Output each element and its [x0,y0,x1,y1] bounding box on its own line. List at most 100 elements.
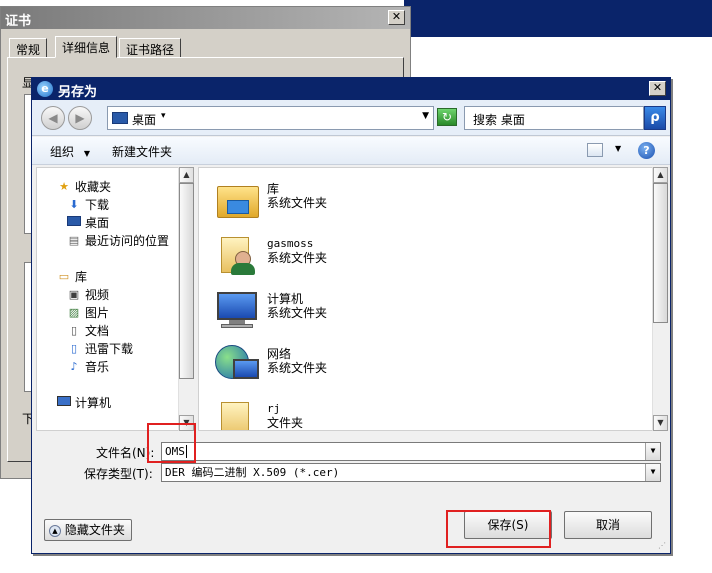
file-type: 系统文件夹 [267,306,328,320]
view-options-icon[interactable] [587,143,603,157]
filename-dropdown-icon[interactable]: ▼ [645,443,660,460]
user-folder-icon [213,231,263,277]
nav-item-documents[interactable]: ▯ 文档 [67,321,109,339]
save-as-title: 另存为 [58,85,98,100]
file-type: 系统文件夹 [267,361,328,375]
nav-item-label: 视频 [85,287,110,302]
filename-field[interactable]: OMS ▼ [161,442,661,461]
nav-libraries-label: 库 [75,269,88,284]
address-bar[interactable]: 桌面 ▾ ▼ [107,106,434,130]
address-dropdown-icon[interactable]: ▼ [422,111,429,121]
organize-dropdown-icon: ▼ [83,149,90,158]
filetype-dropdown-icon[interactable]: ▼ [645,464,660,481]
back-button[interactable]: ◀ [41,106,65,130]
nav-computer-label: 计算机 [75,395,112,410]
file-type: 系统文件夹 [267,251,328,265]
desktop-icon [112,112,128,124]
forward-button[interactable]: ▶ [68,106,92,130]
list-item[interactable]: gasmoss 系统文件夹 [213,231,327,281]
organize-button[interactable]: 组织 ▼ [50,143,90,160]
search-input[interactable]: 搜索 桌面 [473,111,525,128]
folder-icon [213,396,263,430]
navigation-pane: ★ 收藏夹 ⬇ 下载 桌面 ▤ 最近访问的位置 ▭ 库 ▣ 视频 ▨ 图片 ▯ [36,167,194,431]
cancel-button[interactable]: 取消 [564,511,652,539]
thunder-download-icon: ▯ [70,341,78,355]
ie-icon: e [37,81,53,97]
filename-label: 文件名(N): [96,446,155,460]
video-icon: ▣ [68,287,80,301]
list-item[interactable]: 网络 系统文件夹 [213,341,327,391]
nav-item-label: 文档 [85,323,110,338]
certificate-titlebar: 证书 ✕ [1,7,410,29]
desktop-icon [67,215,81,229]
filename-highlight [147,423,196,463]
filetype-label: 保存类型(T): [84,467,153,481]
new-folder-button[interactable]: 新建文件夹 [112,143,172,160]
nav-item-desktop[interactable]: 桌面 [67,213,109,231]
nav-item-label: 音乐 [85,359,110,374]
computer-icon [57,395,71,409]
nav-item-label: 下载 [85,197,110,212]
nav-item-downloads[interactable]: ⬇ 下载 [67,195,109,213]
file-type: 文件夹 [267,416,304,430]
nav-libraries[interactable]: ▭ 库 [57,267,87,285]
organize-label: 组织 [50,145,75,159]
file-name: 库 [267,182,280,196]
file-name: 网络 [267,347,292,361]
scroll-up-icon[interactable]: ▲ [653,167,668,183]
file-name: 计算机 [267,292,304,306]
filetype-select[interactable]: DER 编码二进制 X.509 (*.cer) ▼ [161,463,661,482]
desktop-background [404,0,712,37]
recent-places-icon: ▤ [68,233,80,247]
save-as-close-button[interactable]: ✕ [649,81,666,96]
view-dropdown-icon[interactable]: ▼ [615,144,621,153]
nav-computer[interactable]: 计算机 [57,393,111,411]
nav-item-pictures[interactable]: ▨ 图片 [67,303,109,321]
navigation-scrollbar[interactable]: ▲ ▼ [178,167,194,431]
save-options: 文件名(N): OMS ▼ 保存类型(T): DER 编码二进制 X.509 (… [32,433,670,553]
save-as-dialog: e 另存为 ✕ ◀ ▶ 桌面 ▾ ▼ ↻ 搜索 桌面 ρ 组织 ▼ 新建文件夹 … [31,77,671,554]
scroll-down-icon[interactable]: ▼ [653,415,668,431]
navigation-scroll-thumb[interactable] [179,183,194,379]
tab-general[interactable]: 常规 [9,38,48,58]
nav-item-label: 最近访问的位置 [85,233,170,248]
search-icon[interactable]: ρ [644,106,666,130]
help-icon[interactable]: ? [638,142,655,159]
computer-icon [213,286,263,332]
network-icon [213,341,263,387]
content-scroll-thumb[interactable] [653,183,668,323]
pictures-icon: ▨ [68,305,80,319]
documents-icon: ▯ [70,323,78,337]
certificate-close-button[interactable]: ✕ [388,10,405,25]
list-item[interactable]: 计算机 系统文件夹 [213,286,327,336]
star-icon: ★ [59,179,69,193]
nav-item-recent[interactable]: ▤ 最近访问的位置 [67,231,169,249]
file-name: rj [267,402,281,415]
nav-item-label: 迅雷下载 [85,341,134,356]
search-box[interactable]: 搜索 桌面 [464,106,644,130]
address-chevron-icon[interactable]: ▾ [161,111,166,121]
hide-folders-button[interactable]: ▲ 隐藏文件夹 [44,519,132,541]
filetype-value: DER 编码二进制 X.509 (*.cer) [165,466,340,479]
nav-item-label: 图片 [85,305,110,320]
list-item[interactable]: rj 文件夹 [213,396,304,430]
scroll-up-icon[interactable]: ▲ [179,167,194,183]
list-item[interactable]: 库 系统文件夹 [213,176,327,226]
file-name: gasmoss [267,237,314,250]
library-icon [213,176,263,222]
file-list: 库 系统文件夹 gasmoss 系统文件夹 计算机 系统文件夹 网络 系统文件夹… [198,167,668,431]
nav-item-videos[interactable]: ▣ 视频 [67,285,109,303]
music-icon: ♪ [70,359,78,373]
tab-details[interactable]: 详细信息 [55,36,118,58]
nav-item-thunder-downloads[interactable]: ▯ 迅雷下载 [67,339,133,357]
refresh-button[interactable]: ↻ [437,108,457,126]
navigation-bar: ◀ ▶ 桌面 ▾ ▼ ↻ 搜索 桌面 ρ [32,100,670,136]
nav-item-music[interactable]: ♪ 音乐 [67,357,109,375]
resize-grip-icon[interactable]: ⋰ [658,541,668,551]
save-as-titlebar: e 另存为 ✕ [32,78,670,100]
tab-cert-path[interactable]: 证书路径 [119,38,182,58]
content-scrollbar[interactable]: ▲ ▼ [652,167,668,431]
save-highlight [446,510,551,548]
nav-favorites[interactable]: ★ 收藏夹 [57,177,111,195]
hide-folders-label: 隐藏文件夹 [64,523,125,537]
